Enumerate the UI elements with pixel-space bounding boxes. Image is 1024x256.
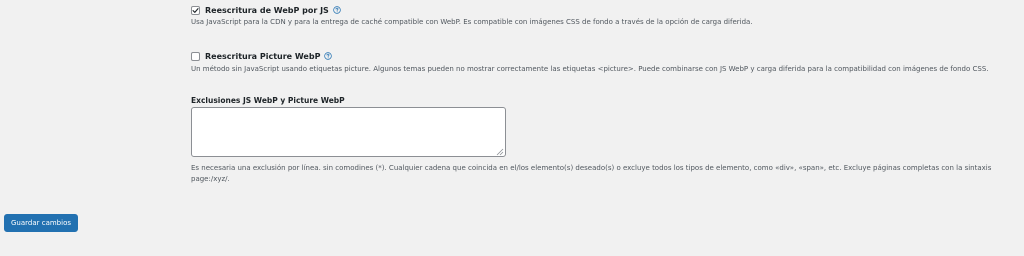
webp-js-label[interactable]: Reescritura de WebP por JS xyxy=(205,6,329,15)
webp-js-description: Usa JavaScript para la CDN y para la ent… xyxy=(191,18,753,26)
option-webp-js[interactable]: Reescritura de WebP por JS xyxy=(191,3,341,17)
option-picture-webp[interactable]: Reescritura Picture WebP xyxy=(191,49,333,63)
exclusions-label: Exclusiones JS WebP y Picture WebP xyxy=(191,96,345,105)
help-circle-icon[interactable] xyxy=(324,52,333,60)
help-circle-icon[interactable] xyxy=(333,6,341,14)
exclusions-note: Es necesaria una exclusión por línea. si… xyxy=(191,164,992,183)
picture-webp-label[interactable]: Reescritura Picture WebP xyxy=(205,52,320,61)
resize-grip-icon[interactable] xyxy=(496,148,504,156)
exclusions-textarea[interactable] xyxy=(191,107,506,157)
save-changes-button[interactable]: Guardar cambios xyxy=(4,214,78,232)
webp-js-checkbox[interactable] xyxy=(191,5,200,15)
checkmark-icon xyxy=(192,7,199,13)
settings-page: Reescritura de WebP por JS Usa JavaScrip… xyxy=(0,0,1024,256)
picture-webp-description: Un método sin JavaScript usando etiqueta… xyxy=(191,65,989,73)
picture-webp-checkbox[interactable] xyxy=(191,51,200,61)
